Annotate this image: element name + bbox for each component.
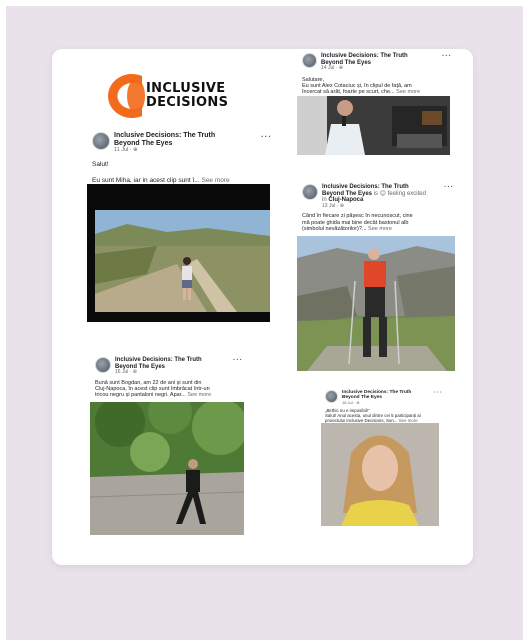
post-time[interactable]: 13 Jul · ⊕ <box>322 203 430 210</box>
post-text-line: Eu sunt Miha, iar in acest clip sunt î..… <box>92 176 200 184</box>
post-text: „Birthic nu e imposibil!" Salut! Anul ac… <box>325 408 443 423</box>
video-frame-studio <box>297 96 450 155</box>
post-text: Salut! Eu sunt Miha, iar in acest clip s… <box>92 161 272 184</box>
post-alex: Inclusive Decisions: The Truth Beyond Th… <box>302 53 452 96</box>
page-avatar[interactable] <box>302 53 317 68</box>
post-time[interactable]: 14 Jul · ⊕ <box>321 66 421 72</box>
logo-wordmark: INCLUSIVE DECISIONS <box>146 82 228 110</box>
post-author[interactable]: Inclusive Decisions: The Truth Beyond Th… <box>342 390 426 401</box>
video-frame-beach <box>95 210 270 312</box>
post-text-line: încercat să arăt, foarte pe scurt, che..… <box>302 89 395 96</box>
page-avatar[interactable] <box>302 184 318 200</box>
post-cluj: Inclusive Decisions: The Truth Beyond Th… <box>302 184 454 232</box>
see-more-link[interactable]: See more <box>187 392 211 398</box>
post-bogdan: Inclusive Decisions: The Truth Beyond Th… <box>95 357 243 399</box>
post-header: Inclusive Decisions: The Truth Beyond Th… <box>92 132 272 153</box>
more-options-icon[interactable]: ··· <box>444 184 454 191</box>
logo-line1: INCLUSIVE <box>146 81 226 96</box>
logo-line2: DECISIONS <box>146 95 229 110</box>
more-options-icon[interactable]: ··· <box>233 357 243 364</box>
post-header: Inclusive Decisions: The Truth Beyond Th… <box>95 357 243 376</box>
more-options-icon[interactable]: ··· <box>434 390 443 396</box>
video-frame-portrait <box>321 423 439 526</box>
post-text-line: tricou negru și pantaloni negri. Apar... <box>95 392 186 399</box>
see-more-link[interactable]: See more <box>201 177 229 184</box>
post-author[interactable]: Inclusive Decisions: The Truth Beyond Th… <box>114 132 234 147</box>
post-video-alex[interactable] <box>297 96 450 155</box>
page-avatar[interactable] <box>325 390 338 403</box>
page-edge-top <box>0 0 523 6</box>
see-more-link[interactable]: See more <box>368 226 392 232</box>
post-sun: Inclusive Decisions: The Truth Beyond Th… <box>325 390 443 423</box>
post-header: Inclusive Decisions: The Truth Beyond Th… <box>325 390 443 405</box>
post-header: Inclusive Decisions: The Truth Beyond Th… <box>302 184 454 209</box>
inclusive-decisions-logo: INCLUSIVE DECISIONS <box>88 72 238 120</box>
page-avatar[interactable] <box>95 357 111 373</box>
post-text-line: Salut! <box>92 161 109 169</box>
post-time[interactable]: 11 Jul · ⊕ <box>114 147 234 153</box>
more-options-icon[interactable]: ··· <box>261 132 272 141</box>
more-options-icon[interactable]: ··· <box>442 53 452 60</box>
post-video-cluj[interactable] <box>297 236 455 371</box>
see-more-link[interactable]: See more <box>396 89 420 95</box>
post-miha: Inclusive Decisions: The Truth Beyond Th… <box>92 132 272 184</box>
page-edge-left <box>0 0 6 640</box>
post-time[interactable]: 18 Jul · ⊕ <box>342 400 426 405</box>
post-video-sun[interactable] <box>321 423 439 526</box>
page-avatar[interactable] <box>92 132 110 150</box>
post-header: Inclusive Decisions: The Truth Beyond Th… <box>302 53 452 72</box>
post-time[interactable]: 16 Jul · ⊕ <box>115 370 219 376</box>
post-text-line: (simbolul nevăzătorilor)?... <box>302 225 367 232</box>
post-text: Când în fiecare zi pășesc în necunoscut,… <box>302 213 454 232</box>
video-frame-park <box>90 402 244 535</box>
post-video-miha[interactable] <box>87 184 270 322</box>
post-text: Bună sunt Bogdan, am 22 de ani și sunt d… <box>95 380 243 399</box>
video-frame-mountain <box>297 236 455 371</box>
post-video-bogdan[interactable] <box>90 402 244 535</box>
logo-c-mark <box>108 74 145 118</box>
post-text: Salutare, Eu sunt Alex Cotaciuc și, în c… <box>302 77 452 96</box>
